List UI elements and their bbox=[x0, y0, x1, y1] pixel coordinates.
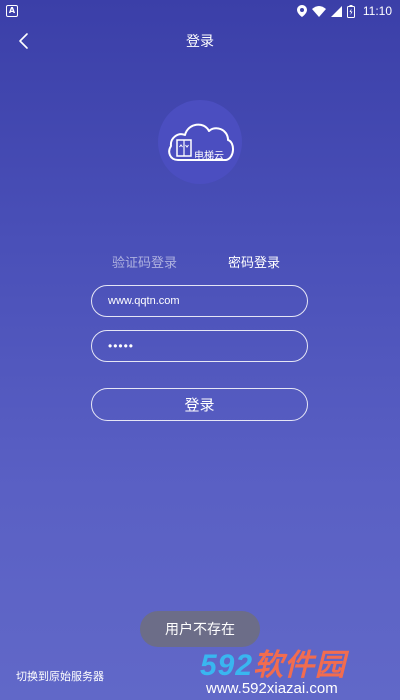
username-input[interactable] bbox=[92, 286, 307, 316]
back-button[interactable] bbox=[14, 30, 34, 52]
wifi-icon bbox=[311, 5, 326, 17]
tab-password-login[interactable]: 密码登录 bbox=[228, 252, 280, 271]
chevron-left-icon bbox=[19, 33, 28, 49]
login-mode-tabs: 验证码登录 密码登录 bbox=[0, 252, 400, 272]
watermark-url: www.592xiazai.com bbox=[206, 680, 338, 697]
app-notification-icon: A bbox=[6, 5, 18, 17]
username-field bbox=[91, 285, 308, 317]
cloud-elevator-icon bbox=[168, 123, 234, 161]
password-field bbox=[91, 330, 308, 362]
app-logo: 电梯云 bbox=[158, 100, 242, 184]
password-input[interactable] bbox=[92, 331, 307, 361]
logo-text: 电梯云 bbox=[194, 151, 224, 162]
status-bar: A 11:10 bbox=[0, 0, 400, 22]
watermark: 592软件园 www.592xiazai.com bbox=[200, 640, 400, 700]
switch-server-link[interactable]: 切换到原始服务器 bbox=[16, 668, 104, 684]
app-bar: 登录 bbox=[0, 22, 400, 60]
status-left: A bbox=[6, 5, 18, 17]
location-icon bbox=[296, 5, 307, 17]
watermark-number: 592 bbox=[200, 649, 254, 682]
battery-icon bbox=[346, 4, 355, 18]
watermark-brand: 592软件园 bbox=[200, 640, 346, 684]
login-screen: A 11:10 登录 电梯云 验证码登录 密码登录 www.qqtn.com •… bbox=[0, 0, 400, 700]
tab-sms-login[interactable]: 验证码登录 bbox=[112, 252, 177, 271]
status-right: 11:10 bbox=[296, 4, 392, 18]
watermark-text: 软件园 bbox=[253, 649, 347, 682]
page-title: 登录 bbox=[186, 34, 214, 50]
signal-icon bbox=[330, 5, 342, 17]
status-time: 11:10 bbox=[362, 4, 392, 18]
login-button[interactable]: 登录 bbox=[91, 388, 308, 421]
